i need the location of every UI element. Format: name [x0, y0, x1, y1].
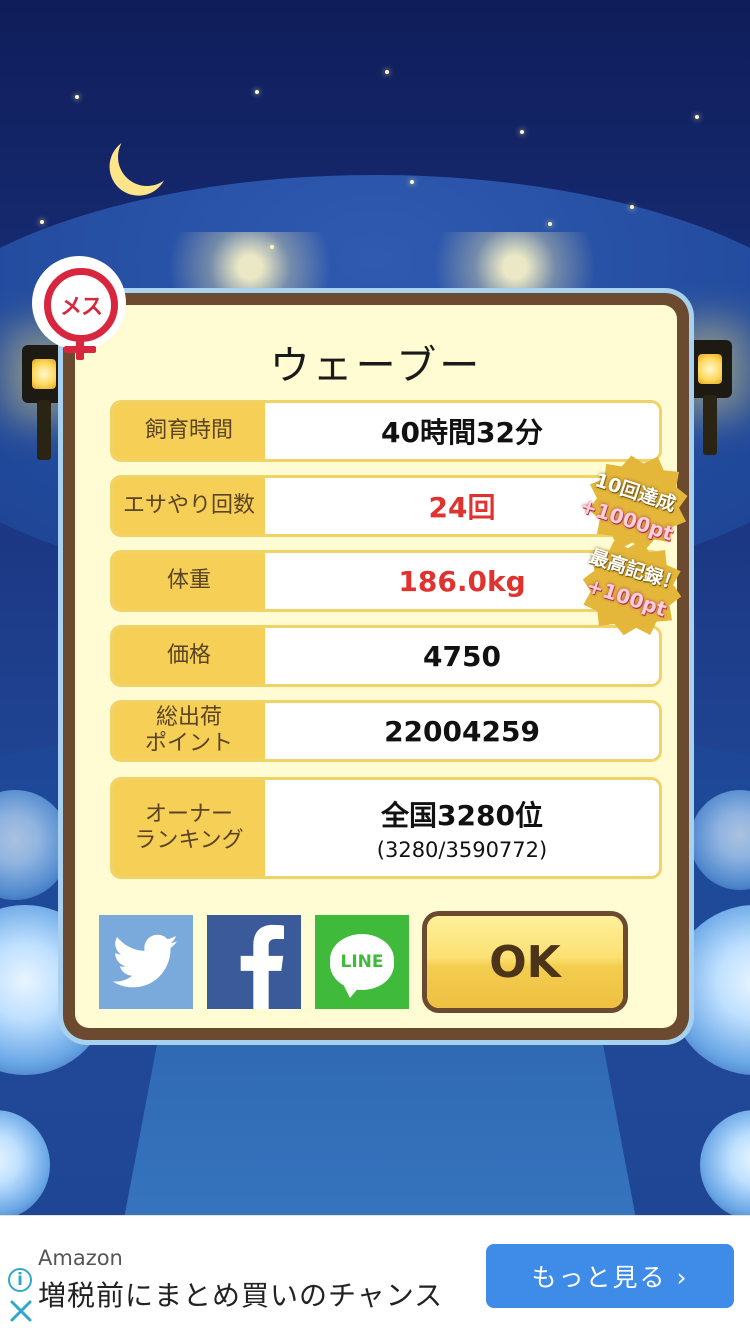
creature-name: ウェーブー	[269, 343, 483, 389]
star-icon	[520, 130, 524, 134]
ranking-detail: (3280/3590772)	[376, 838, 548, 862]
line-share-button[interactable]: LINE	[315, 915, 409, 1009]
twitter-share-button[interactable]	[99, 915, 193, 1009]
lamp-post-left	[37, 400, 51, 460]
line-logo-icon: LINE	[330, 934, 394, 998]
stat-value: 22004259	[265, 703, 659, 759]
gender-label: メス	[59, 295, 103, 320]
star-icon	[410, 180, 414, 184]
glowing-lights	[140, 232, 360, 302]
stat-label: オーナー ランキング	[113, 780, 265, 876]
glowing-orb	[700, 1110, 750, 1215]
star-icon	[75, 95, 79, 99]
glowing-lights	[405, 232, 625, 302]
star-icon	[385, 70, 389, 74]
stat-value-container: 全国3280位 (3280/3590772)	[265, 780, 659, 876]
stat-row-owner-ranking: オーナー ランキング 全国3280位 (3280/3590772)	[113, 780, 659, 876]
info-icon[interactable]: i	[8, 1268, 32, 1292]
stat-label: 価格	[113, 628, 265, 684]
star-icon	[695, 115, 699, 119]
close-icon[interactable]	[8, 1298, 34, 1324]
star-icon	[40, 220, 44, 224]
star-icon	[630, 205, 634, 209]
ad-headline: 増税前にまとめ買いのチャンス	[38, 1279, 444, 1312]
stat-label: 飼育時間	[113, 403, 265, 459]
ad-more-button[interactable]: もっと見る ›	[486, 1244, 734, 1308]
female-symbol-icon: メス	[36, 260, 126, 360]
street-lamp-right	[688, 340, 732, 398]
background-road	[120, 1020, 640, 1215]
star-icon	[255, 90, 259, 94]
crescent-moon-icon	[113, 123, 180, 190]
stat-label: 総出荷 ポイント	[113, 703, 265, 759]
ad-banner[interactable]: i Amazon 増税前にまとめ買いのチャンス もっと見る ›	[0, 1215, 750, 1335]
glowing-orb	[0, 1110, 50, 1215]
ranking-value: 全国3280位	[381, 799, 543, 832]
ok-button[interactable]: OK	[427, 916, 623, 1008]
stat-value: 40時間32分	[265, 403, 659, 459]
ad-brand: Amazon	[38, 1246, 123, 1270]
stat-row-shipping-points: 総出荷 ポイント 22004259	[113, 703, 659, 759]
stat-label: エサやり回数	[113, 478, 265, 534]
stat-row-price: 価格 4750	[113, 628, 659, 684]
lamp-post-right	[703, 395, 717, 455]
star-icon	[548, 222, 552, 226]
twitter-bird-icon	[113, 934, 178, 988]
stat-value: 4750	[265, 628, 659, 684]
facebook-f-icon	[240, 924, 284, 1010]
stat-label: 体重	[113, 553, 265, 609]
facebook-share-button[interactable]	[207, 915, 301, 1010]
stat-row-breeding-time: 飼育時間 40時間32分	[113, 403, 659, 459]
result-dialog: ウェーブー 飼育時間 40時間32分 エサやり回数 24回 体重 186.0kg…	[63, 293, 689, 1040]
result-dialog-body: ウェーブー 飼育時間 40時間32分 エサやり回数 24回 体重 186.0kg…	[75, 305, 677, 1028]
line-label: LINE	[340, 952, 384, 972]
